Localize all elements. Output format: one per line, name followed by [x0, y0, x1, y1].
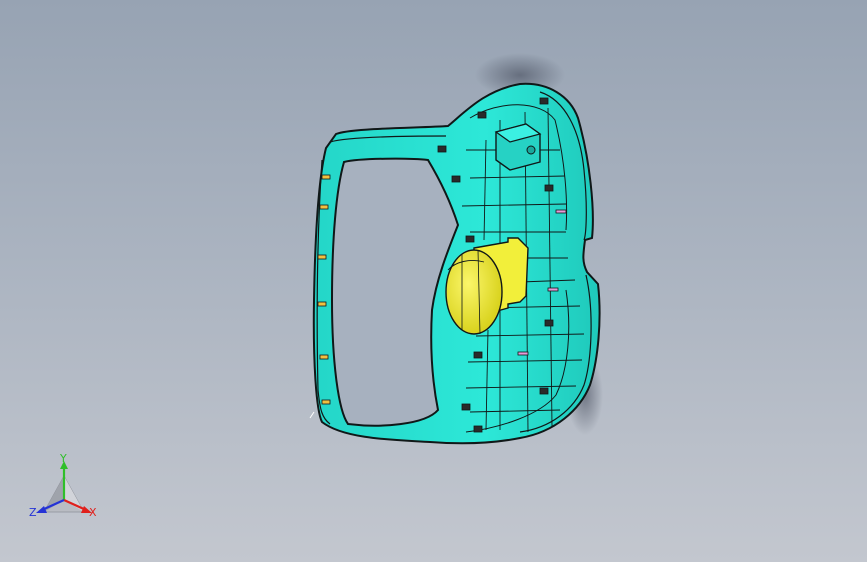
- z-axis-label: Z: [29, 506, 37, 519]
- x-axis-label: X: [89, 506, 97, 519]
- y-axis-label: Y: [59, 452, 67, 465]
- 3d-graphics-viewport[interactable]: Y X Z: [0, 0, 867, 562]
- z-axis-arrow: [36, 506, 47, 513]
- reference-triad: Y X Z: [29, 452, 97, 519]
